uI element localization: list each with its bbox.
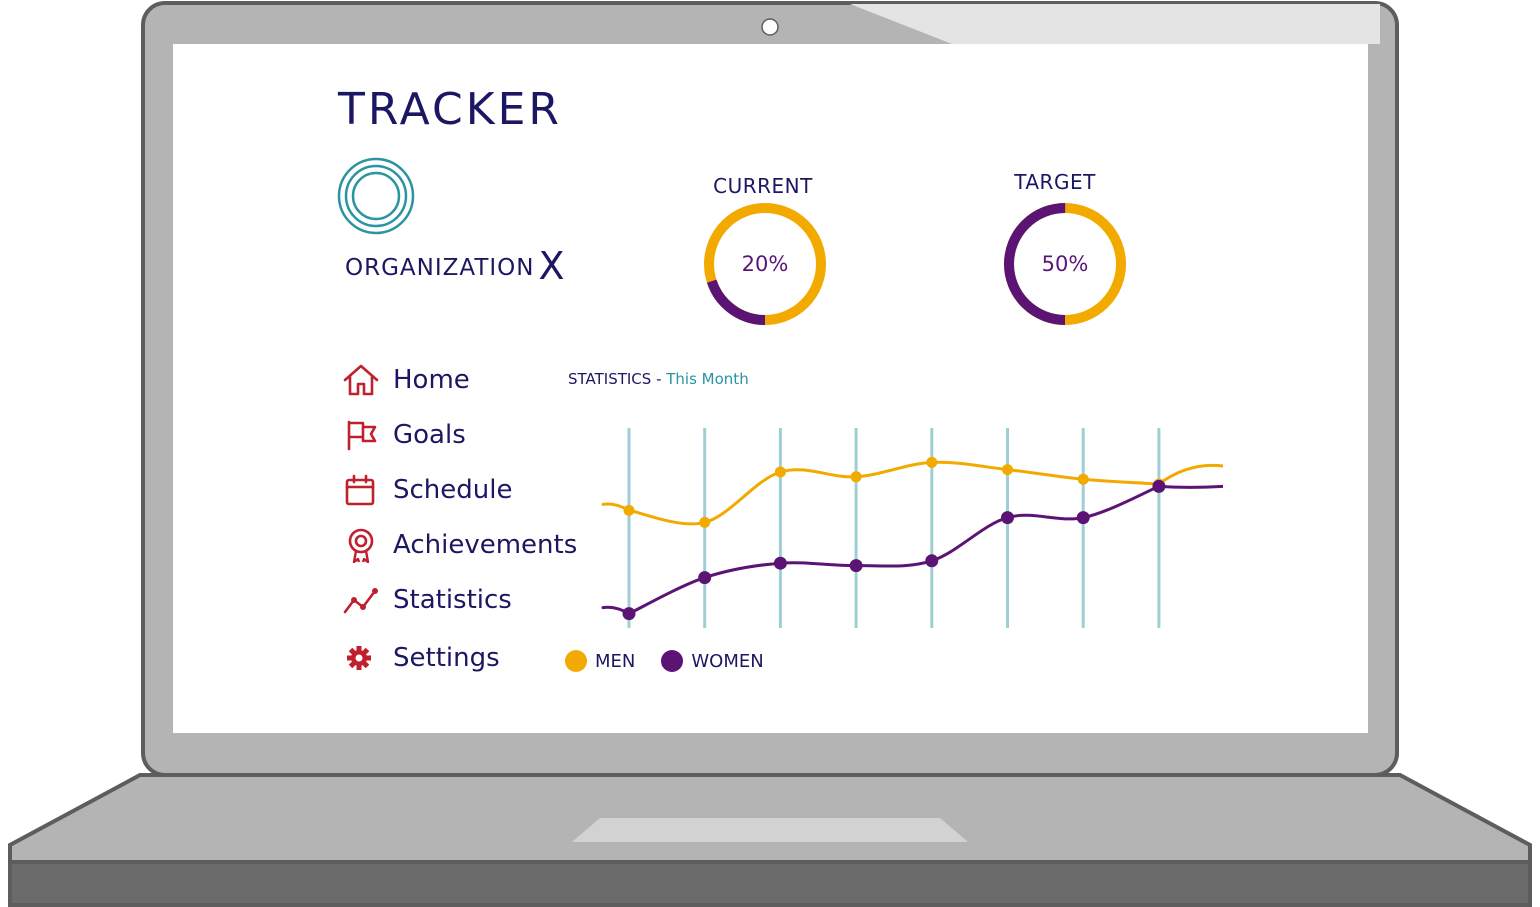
gear-icon xyxy=(347,646,371,670)
gauge-target-label: TARGET xyxy=(1014,170,1096,194)
nav-label-settings: Settings xyxy=(393,643,500,673)
statistics-line-chart xyxy=(601,428,1223,628)
nav-item-goals[interactable]: Goals xyxy=(341,417,466,453)
nav-item-statistics[interactable]: Statistics xyxy=(341,582,512,618)
flag-icon xyxy=(347,420,377,451)
nav-label-achievements: Achievements xyxy=(393,530,578,560)
statistics-title: STATISTICS - This Month xyxy=(568,370,749,388)
gauge-current-label: CURRENT xyxy=(713,174,813,198)
award-icon xyxy=(348,528,374,563)
app-title: TRACKER xyxy=(338,84,562,135)
organization-suffix: X xyxy=(538,244,566,288)
data-point-men xyxy=(623,504,635,516)
data-point-women xyxy=(1152,479,1166,493)
concentric-circles-icon xyxy=(337,157,415,235)
statistics-title-main: STATISTICS xyxy=(568,370,652,388)
data-point-women xyxy=(849,559,863,573)
nav-item-achievements[interactable]: Achievements xyxy=(341,527,577,563)
gauge-current: 20% xyxy=(702,201,828,327)
gauge-current-value: 20% xyxy=(741,252,789,276)
nav-label-home: Home xyxy=(393,365,470,395)
chart-legend: MEN WOMEN xyxy=(565,650,790,672)
data-point-men xyxy=(1002,464,1013,476)
data-point-women xyxy=(925,554,939,568)
legend-label-women: WOMEN xyxy=(691,650,764,672)
nav-item-schedule[interactable]: Schedule xyxy=(341,472,512,508)
series-line-women xyxy=(601,484,1223,616)
statistics-title-period: This Month xyxy=(666,370,749,388)
calendar-icon xyxy=(345,474,375,506)
data-point-men xyxy=(774,466,786,478)
data-point-women xyxy=(1001,511,1014,525)
gauge-target-value: 50% xyxy=(1041,252,1089,276)
data-point-women xyxy=(773,556,787,570)
legend-dot-men xyxy=(565,650,587,672)
chart-grid xyxy=(627,428,1161,628)
nav-item-home[interactable]: Home xyxy=(341,362,470,398)
statistics-title-separator: - xyxy=(651,370,667,388)
data-point-men xyxy=(850,471,862,483)
nav-item-settings[interactable]: Settings xyxy=(341,640,500,676)
chart-series xyxy=(601,460,1223,616)
nav-label-schedule: Schedule xyxy=(393,475,513,505)
legend-item-men: MEN xyxy=(565,650,635,672)
data-point-men xyxy=(926,456,938,468)
data-point-men xyxy=(699,516,711,528)
home-icon xyxy=(343,364,379,396)
nav-label-statistics: Statistics xyxy=(393,585,512,615)
series-line-men xyxy=(601,460,1223,526)
legend-item-women: WOMEN xyxy=(661,650,764,672)
gauge-target: 50% xyxy=(1002,201,1128,327)
organization-label: ORGANIZATION xyxy=(345,255,535,281)
nav-label-goals: Goals xyxy=(393,420,466,450)
organization-name: ORGANIZATION X xyxy=(345,240,566,288)
line-chart-icon xyxy=(343,588,378,614)
data-point-women xyxy=(622,607,636,621)
legend-label-men: MEN xyxy=(595,650,636,672)
data-point-women xyxy=(698,571,712,585)
data-point-men xyxy=(1077,473,1089,485)
data-point-women xyxy=(1076,511,1090,525)
app-screen: TRACKER ORGANIZATION X CURRENT 20% TARGET… xyxy=(173,44,1368,733)
legend-dot-women xyxy=(661,650,684,672)
